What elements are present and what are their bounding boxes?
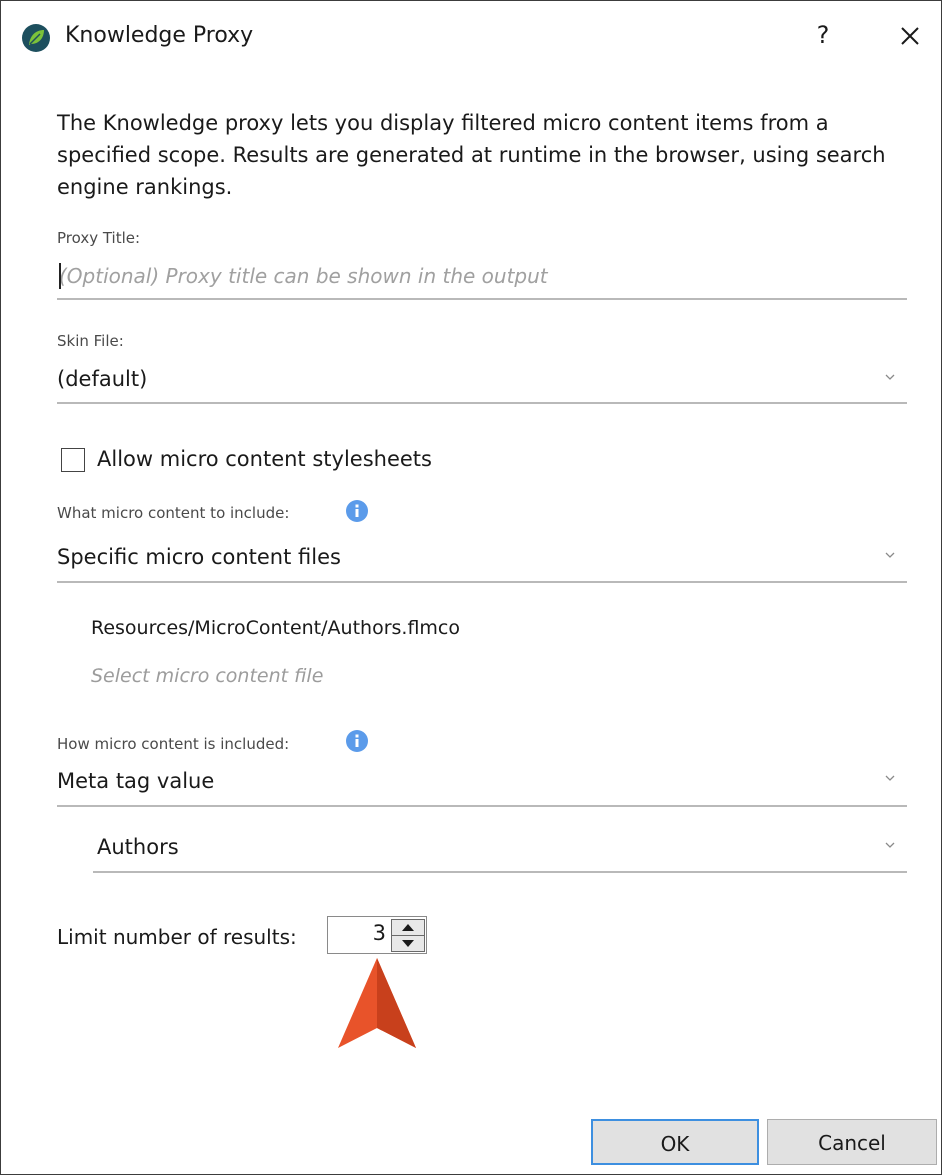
cancel-button[interactable]: Cancel — [767, 1119, 937, 1165]
allow-stylesheets-label[interactable]: Allow micro content stylesheets — [97, 447, 432, 471]
close-icon[interactable] — [893, 19, 927, 53]
spin-down-button[interactable] — [391, 935, 425, 952]
select-micro-content-file-link[interactable]: Select micro content file — [91, 665, 323, 687]
what-to-include-label: What micro content to include: — [57, 504, 290, 522]
limit-results-value[interactable]: 3 — [328, 921, 386, 949]
leaf-icon — [22, 24, 50, 52]
micro-content-file-item[interactable]: Resources/MicroContent/Authors.flmco — [91, 617, 460, 639]
ok-button[interactable]: OK — [591, 1119, 759, 1165]
skin-file-underline — [57, 402, 907, 404]
meta-tag-underline — [93, 871, 907, 873]
how-included-select[interactable]: Meta tag value — [57, 769, 214, 793]
title-bar: Knowledge Proxy ? — [1, 1, 941, 71]
chevron-down-icon[interactable] — [883, 773, 897, 783]
proxy-title-input[interactable] — [59, 259, 899, 293]
limit-results-stepper[interactable]: 3 — [327, 916, 427, 954]
limit-results-label: Limit number of results: — [57, 925, 297, 949]
allow-stylesheets-checkbox[interactable] — [61, 448, 85, 472]
info-icon[interactable] — [345, 499, 369, 523]
proxy-title-label: Proxy Title: — [57, 229, 141, 247]
annotation-arrow-icon — [338, 958, 416, 1048]
meta-tag-select[interactable]: Authors — [97, 835, 179, 859]
what-to-include-underline — [57, 581, 907, 583]
chevron-down-icon[interactable] — [883, 840, 897, 850]
how-included-label: How micro content is included: — [57, 735, 290, 753]
help-button[interactable]: ? — [809, 21, 837, 53]
chevron-down-icon[interactable] — [883, 550, 897, 560]
window-title: Knowledge Proxy — [65, 23, 254, 48]
chevron-down-icon[interactable] — [883, 372, 897, 382]
description-text: The Knowledge proxy lets you display fil… — [57, 111, 886, 199]
proxy-title-underline — [57, 298, 907, 300]
how-included-underline — [57, 805, 907, 807]
triangle-down-icon — [402, 940, 414, 947]
text-caret — [59, 263, 61, 289]
info-icon[interactable] — [345, 729, 369, 753]
what-to-include-select[interactable]: Specific micro content files — [57, 545, 341, 569]
spin-up-button[interactable] — [391, 919, 425, 936]
triangle-up-icon — [402, 924, 414, 931]
knowledge-proxy-dialog: Knowledge Proxy ? The Knowledge proxy le… — [0, 0, 942, 1175]
skin-file-select[interactable]: (default) — [57, 367, 147, 391]
skin-file-label: Skin File: — [57, 332, 124, 350]
